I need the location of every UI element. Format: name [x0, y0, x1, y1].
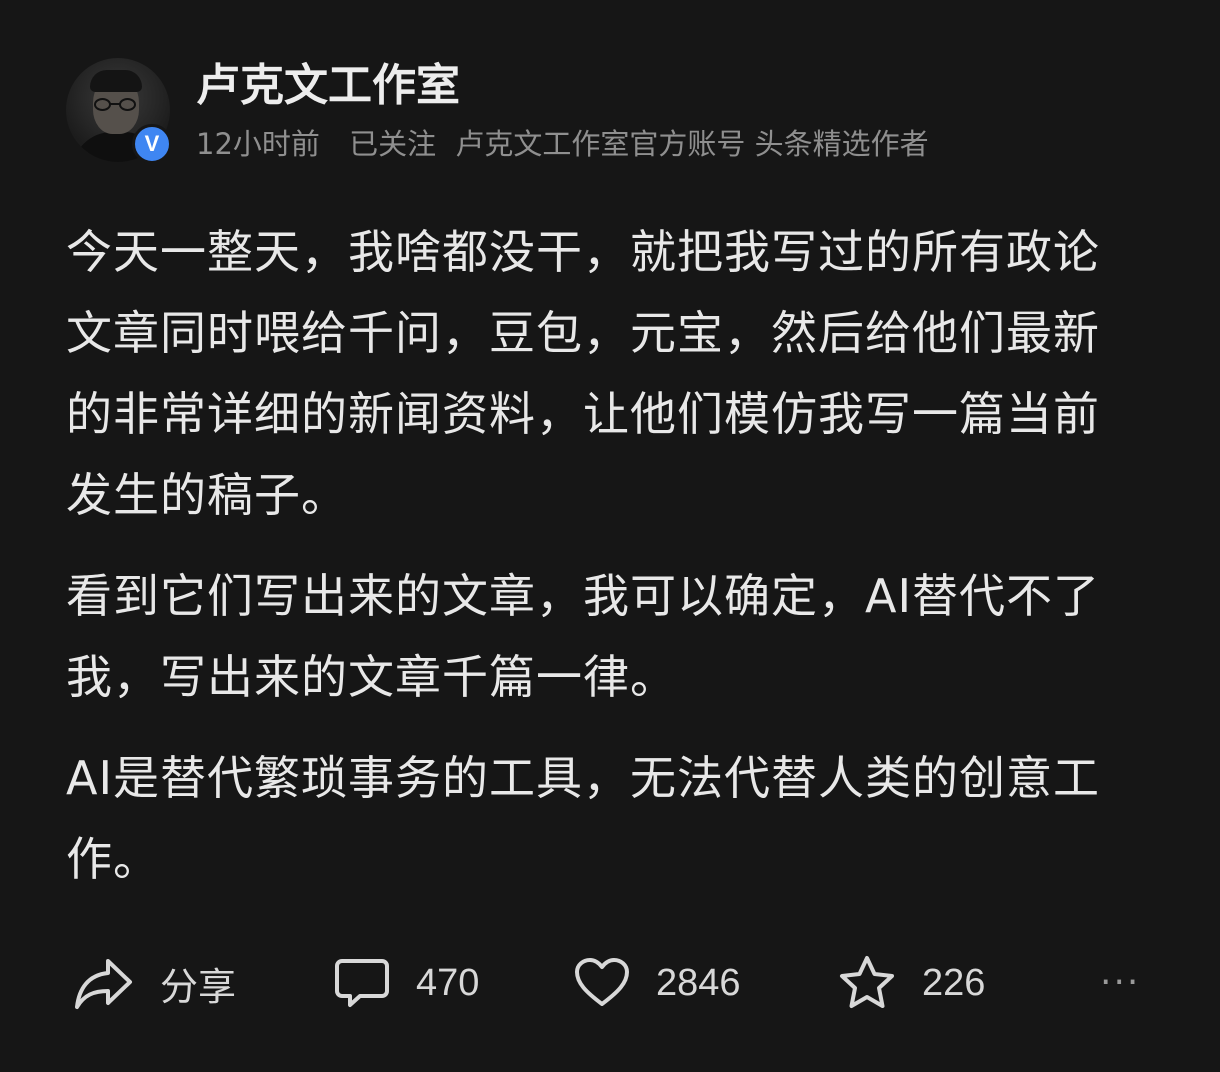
author-description: 卢克文工作室官方账号 头条精选作者: [455, 127, 929, 161]
more-icon: ···: [1100, 962, 1141, 1003]
post-content: 今天一整天，我啥都没干，就把我写过的所有政论文章同时喂给千问，豆包，元宝，然后给…: [66, 212, 1116, 920]
favorite-count: 226: [922, 961, 986, 1004]
post-header: V 卢克文工作室 12小时前 已关注 卢克文工作室官方账号 头条精选作者: [66, 58, 1166, 168]
share-icon: [75, 959, 132, 1009]
heart-icon: [575, 958, 629, 1006]
post-time: 12小时前: [196, 127, 320, 161]
like-button[interactable]: 2846: [574, 948, 741, 1018]
verified-icon: V: [132, 124, 172, 164]
post-paragraph: AI是替代繁琐事务的工具，无法代替人类的创意工作。: [66, 751, 1101, 886]
share-button[interactable]: 分享: [74, 948, 236, 1018]
like-count: 2846: [656, 961, 741, 1004]
post-card: V 卢克文工作室 12小时前 已关注 卢克文工作室官方账号 头条精选作者 今天一…: [0, 0, 1220, 1072]
author-name[interactable]: 卢克文工作室: [196, 58, 460, 114]
comment-count: 470: [416, 961, 480, 1004]
post-meta: 12小时前 已关注 卢克文工作室官方账号 头条精选作者: [196, 124, 939, 164]
share-label: 分享: [160, 966, 237, 1009]
favorite-button[interactable]: 226: [838, 948, 985, 1018]
comment-button[interactable]: 470: [334, 948, 479, 1018]
comment-icon: [335, 959, 389, 1007]
follow-status[interactable]: 已关注: [349, 127, 436, 161]
action-bar: 分享 470 2846 226 ···: [66, 948, 1156, 1018]
post-paragraph: 看到它们写出来的文章，我可以确定，AI替代不了我，写出来的文章千篇一律。: [66, 569, 1101, 704]
more-button[interactable]: ···: [1100, 948, 1140, 1018]
star-icon: [840, 956, 894, 1008]
post-paragraph: 今天一整天，我啥都没干，就把我写过的所有政论文章同时喂给千问，豆包，元宝，然后给…: [66, 225, 1100, 522]
